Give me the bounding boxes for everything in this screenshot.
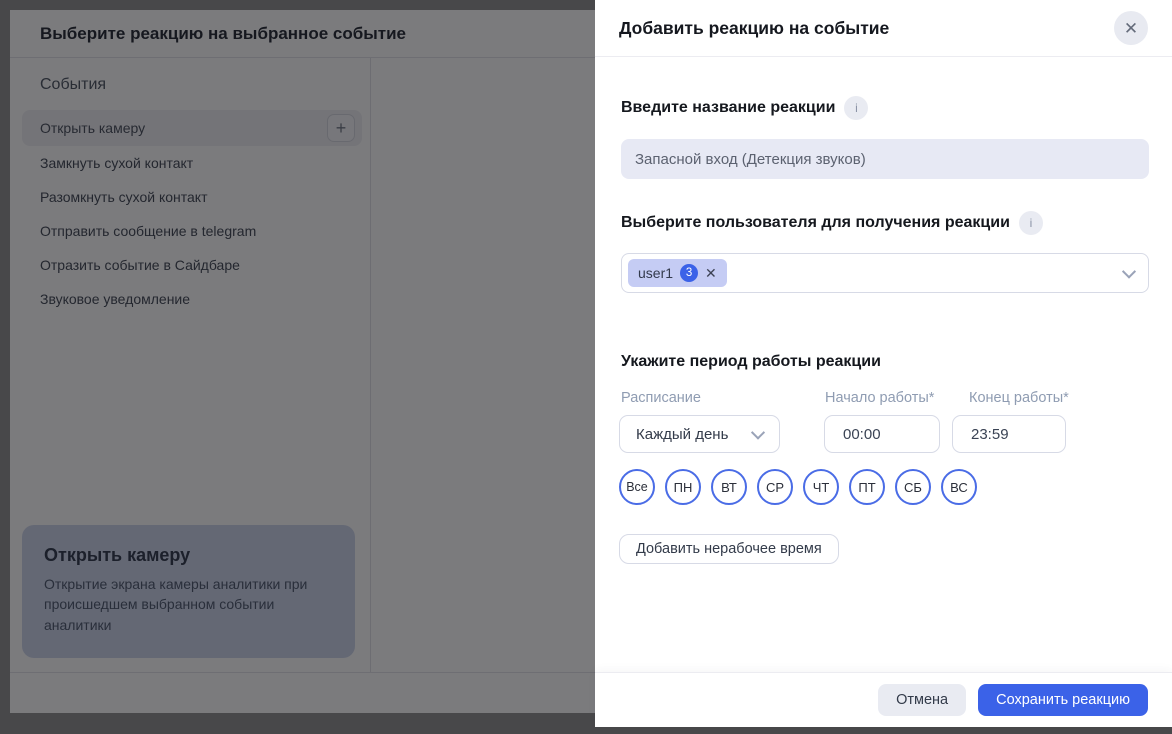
close-icon: ✕ — [1123, 18, 1139, 38]
close-button[interactable]: ✕ — [1114, 11, 1148, 45]
schedule-label: Расписание — [621, 390, 701, 406]
info-icon[interactable]: i — [844, 96, 869, 120]
reaction-name-label: Введите название реакции i — [621, 96, 869, 120]
start-time-input[interactable] — [824, 415, 940, 453]
day-circle-sat[interactable]: СБ — [895, 469, 931, 505]
day-circle-sun[interactable]: ВС — [941, 469, 977, 505]
schedule-select[interactable]: Каждый день — [619, 415, 780, 453]
user-select[interactable]: user1 3 ✕ — [621, 253, 1149, 293]
required-mark: * — [1063, 390, 1069, 406]
start-time-label: Начало работы* — [825, 390, 934, 406]
chevron-down-icon — [1121, 264, 1137, 279]
add-reaction-panel: Добавить реакцию на событие ✕ Введите на… — [595, 0, 1172, 727]
required-mark: * — [928, 390, 935, 406]
weekday-selector: Все ПН ВТ СР ЧТ ПТ СБ ВС — [619, 469, 977, 505]
chevron-down-icon — [750, 425, 766, 440]
day-circle-thu[interactable]: ЧТ — [803, 469, 839, 505]
save-reaction-button[interactable]: Сохранить реакцию — [978, 684, 1148, 716]
panel-footer: Отмена Сохранить реакцию — [595, 672, 1172, 727]
panel-body: Введите название реакции i Выберите поль… — [595, 57, 1172, 672]
reaction-name-label-text: Введите название реакции — [621, 99, 836, 116]
panel-header: Добавить реакцию на событие ✕ — [595, 0, 1172, 57]
end-time-input[interactable] — [952, 415, 1066, 453]
day-circle-fri[interactable]: ПТ — [849, 469, 885, 505]
day-circle-wed[interactable]: СР — [757, 469, 793, 505]
end-time-label: Конец работы* — [969, 390, 1069, 406]
day-circle-all[interactable]: Все — [619, 469, 655, 505]
day-circle-tue[interactable]: ВТ — [711, 469, 747, 505]
user-tag-count-badge: 3 — [680, 264, 699, 282]
remove-tag-icon[interactable]: ✕ — [705, 265, 717, 282]
user-tag-name: user1 — [638, 265, 674, 281]
period-heading-text: Укажите период работы реакции — [621, 353, 881, 370]
panel-title: Добавить реакцию на событие — [619, 17, 890, 38]
reaction-name-input[interactable] — [621, 139, 1149, 179]
period-heading: Укажите период работы реакции — [621, 353, 881, 371]
add-downtime-button[interactable]: Добавить нерабочее время — [619, 534, 839, 564]
start-time-label-text: Начало работы — [825, 390, 929, 406]
screen: Выберите реакцию на выбранное событие Со… — [0, 0, 1172, 734]
user-select-label-text: Выберите пользователя для получения реак… — [621, 214, 1010, 231]
info-icon[interactable]: i — [1018, 211, 1043, 235]
user-select-label: Выберите пользователя для получения реак… — [621, 211, 1043, 235]
schedule-select-value: Каждый день — [636, 425, 729, 443]
day-circle-mon[interactable]: ПН — [665, 469, 701, 505]
end-time-label-text: Конец работы — [969, 390, 1064, 406]
user-tag: user1 3 ✕ — [628, 259, 727, 287]
cancel-button[interactable]: Отмена — [878, 684, 967, 716]
